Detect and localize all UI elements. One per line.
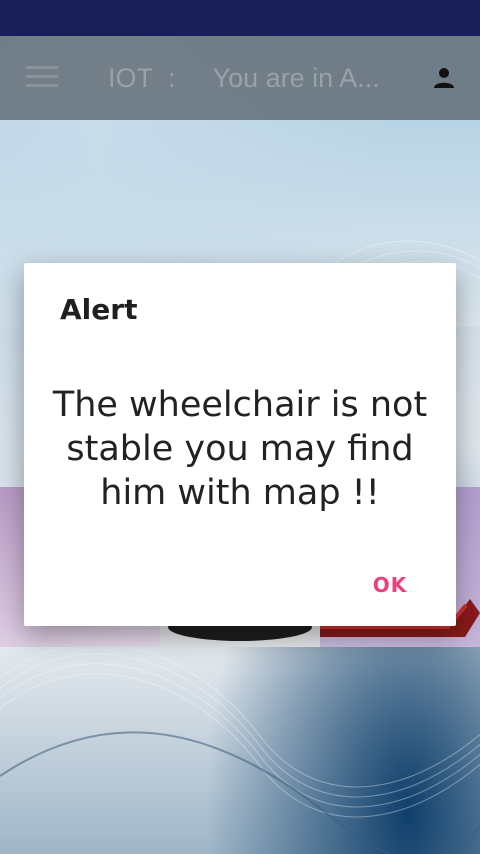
dialog-message: The wheelchair is not stable you may fin… <box>52 385 428 513</box>
screen: IOT : You are in A... Alert The wheelcha… <box>0 0 480 854</box>
dialog-title: Alert <box>60 293 138 326</box>
alert-dialog: Alert The wheelchair is not stable you m… <box>24 263 456 626</box>
ok-button[interactable]: OK <box>360 563 420 607</box>
